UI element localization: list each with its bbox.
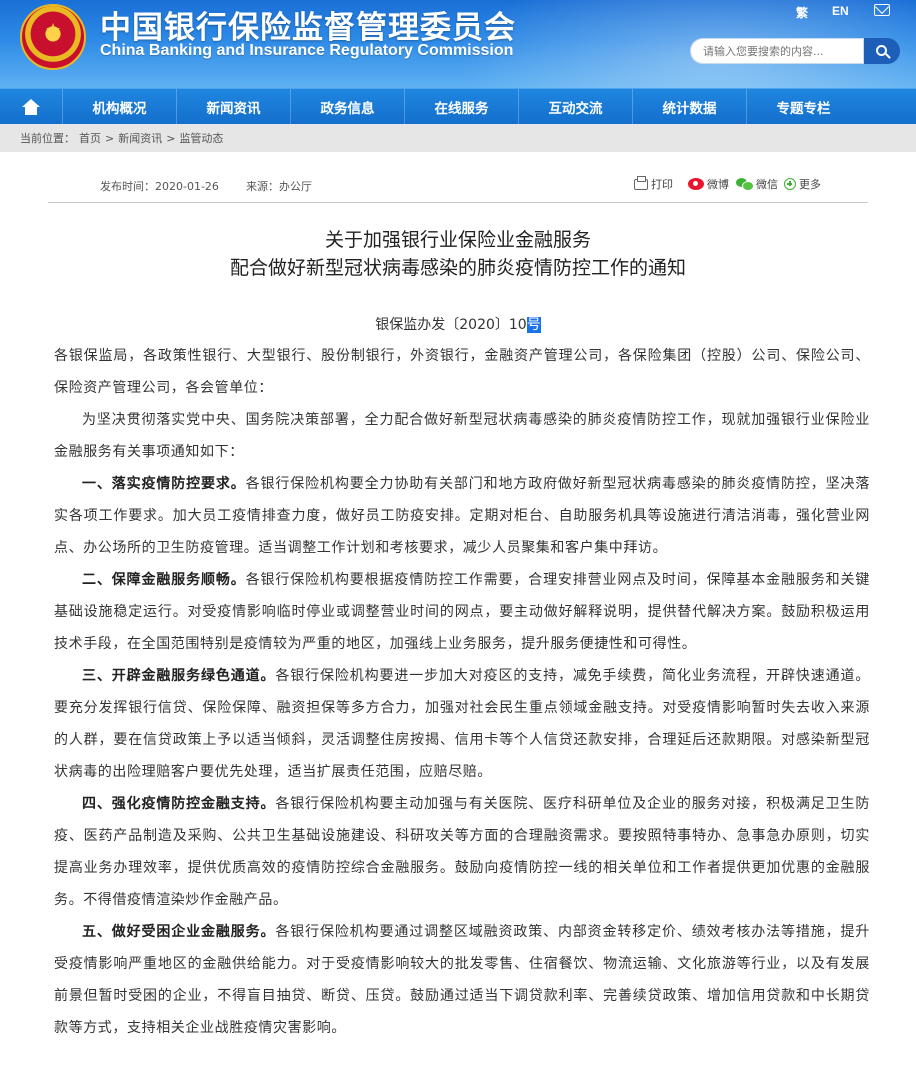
article-source: 来源：办公厅 <box>246 180 312 193</box>
nav-item-interaction[interactable]: 互动交流 <box>518 89 632 124</box>
wechat-label: 微信 <box>756 178 778 191</box>
share-more-button[interactable]: 更多 <box>784 176 821 192</box>
share-weibo-button[interactable]: 微博 <box>688 176 729 192</box>
section-paragraph: 五、做好受困企业金融服务。各银行保险机构要通过调整区域融资政策、内部资金转移定价… <box>54 916 870 1044</box>
overlay-mask <box>0 1057 148 1077</box>
section-heading: 四、强化疫情防控金融支持。 <box>82 796 276 812</box>
addressee-paragraph: 各银保监局，各政策性银行、大型银行、股份制银行，外资银行，金融资产管理公司，各保… <box>54 348 870 396</box>
article-body: 各银保监局，各政策性银行、大型银行、股份制银行，外资银行，金融资产管理公司，各保… <box>54 340 870 1044</box>
breadcrumb-sep: > <box>166 131 176 145</box>
national-emblem-icon <box>20 4 86 70</box>
wechat-icon <box>736 178 754 191</box>
site-header: 中国银行保险监督管理委员会 China Banking and Insuranc… <box>0 0 916 88</box>
article-title-line-1: 关于加强银行业保险业金融服务 <box>324 229 591 251</box>
home-icon <box>22 98 40 115</box>
section-paragraph: 二、保障金融服务顺畅。各银行保险机构要根据疫情防控工作需要，合理安排营业网点及时… <box>54 564 870 660</box>
article-title-line-2: 配合做好新型冠状病毒感染的肺炎疫情防控工作的通知 <box>229 257 686 279</box>
nav-item-news[interactable]: 新闻资讯 <box>176 89 290 124</box>
section-paragraph: 一、落实疫情防控要求。各银行保险机构要全力协助有关部门和地方政府做好新型冠状病毒… <box>54 468 870 564</box>
nav-home[interactable] <box>0 89 62 124</box>
breadcrumb-regulatory-news[interactable]: 监管动态 <box>179 130 223 146</box>
printer-icon <box>634 175 648 190</box>
search-button[interactable] <box>864 38 900 64</box>
nav-item-topics[interactable]: 专题专栏 <box>746 89 860 124</box>
nav-item-about[interactable]: 机构概况 <box>62 89 176 124</box>
document-number: 银保监办发〔2020〕10号 <box>0 314 916 334</box>
search-icon <box>875 44 887 56</box>
section-text: 各银行保险机构要通过调整区域融资政策、内部资金转移定价、绩效考核办法等措施，提升… <box>54 924 870 1036</box>
section-text: 各银行保险机构要进一步加大对疫区的支持，减免手续费，简化业务流程，开辟快速通道。… <box>54 668 870 780</box>
section-heading: 三、开辟金融服务绿色通道。 <box>82 668 276 684</box>
print-button[interactable]: 打印 <box>634 175 673 192</box>
section-heading: 五、做好受困企业金融服务。 <box>82 924 276 940</box>
section-text: 各银行保险机构要主动加强与有关医院、医疗科研单位及企业的服务对接，积极满足卫生防… <box>54 796 870 908</box>
breadcrumb-sep: > <box>105 131 115 145</box>
article-title: 关于加强银行业保险业金融服务 配合做好新型冠状病毒感染的肺炎疫情防控工作的通知 <box>0 226 916 282</box>
publish-date: 发布时间：2020-01-26 <box>100 180 219 193</box>
breadcrumb: 当前位置： 首页 > 新闻资讯 > 监管动态 <box>0 124 916 152</box>
share-wechat-button[interactable]: 微信 <box>736 176 778 192</box>
breadcrumb-home[interactable]: 首页 <box>79 130 101 146</box>
intro-paragraph: 为坚决贯彻落实党中央、国务院决策部署，全力配合做好新型冠状病毒感染的肺炎疫情防控… <box>54 412 870 460</box>
site-title-cn[interactable]: 中国银行保险监督管理委员会 <box>100 2 516 47</box>
meta-divider <box>48 202 868 203</box>
nav-item-statistics[interactable]: 统计数据 <box>632 89 746 124</box>
section-heading: 一、落实疫情防控要求。 <box>82 476 246 492</box>
weibo-icon <box>688 178 704 190</box>
nav-item-online-services[interactable]: 在线服务 <box>404 89 518 124</box>
nav-item-government-info[interactable]: 政务信息 <box>290 89 404 124</box>
search-input[interactable] <box>690 38 864 64</box>
mail-icon[interactable] <box>874 4 890 16</box>
document-number-highlight: 号 <box>526 317 541 333</box>
english-link[interactable]: EN <box>832 4 849 18</box>
site-title-en: China Banking and Insurance Regulatory C… <box>100 42 514 59</box>
breadcrumb-news[interactable]: 新闻资讯 <box>118 130 162 146</box>
breadcrumb-prefix: 当前位置： <box>20 132 75 145</box>
print-label: 打印 <box>651 178 673 191</box>
main-nav: 机构概况 新闻资讯 政务信息 在线服务 互动交流 统计数据 专题专栏 <box>0 88 916 124</box>
section-paragraph: 四、强化疫情防控金融支持。各银行保险机构要主动加强与有关医院、医疗科研单位及企业… <box>54 788 870 916</box>
section-heading: 二、保障金融服务顺畅。 <box>82 572 246 588</box>
weibo-label: 微博 <box>707 178 729 191</box>
section-paragraph: 三、开辟金融服务绿色通道。各银行保险机构要进一步加大对疫区的支持，减免手续费，简… <box>54 660 870 788</box>
plus-circle-icon <box>784 178 796 190</box>
document-number-text: 银保监办发〔2020〕10 <box>375 317 527 333</box>
more-label: 更多 <box>799 178 821 191</box>
article-meta: 发布时间：2020-01-26 来源：办公厅 打印 微博 微信 更多 <box>0 175 916 200</box>
traditional-chinese-link[interactable]: 繁 <box>796 4 808 21</box>
